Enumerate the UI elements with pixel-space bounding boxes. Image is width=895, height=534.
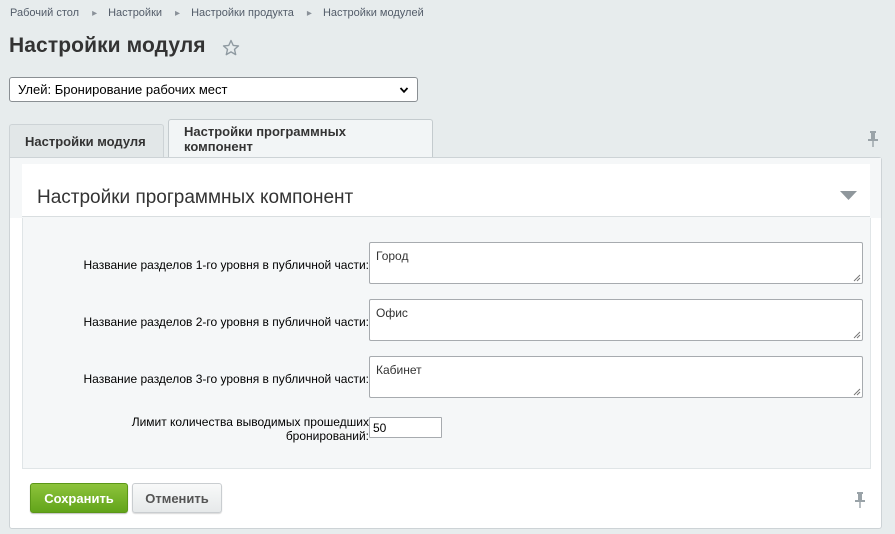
settings-panel: Настройки программных компонент Название… bbox=[9, 157, 882, 529]
pin-icon[interactable] bbox=[866, 130, 880, 148]
page-title: Настройки модуля bbox=[9, 34, 206, 57]
breadcrumb-separator-icon: ▸ bbox=[306, 8, 312, 19]
field-value: Офис bbox=[376, 306, 408, 320]
breadcrumb-item-desktop[interactable]: Рабочий стол bbox=[10, 7, 79, 19]
triangle-down-icon[interactable] bbox=[840, 191, 857, 201]
field-label: Лимит количества выводимых прошедших бро… bbox=[131, 415, 369, 443]
tab-label: Настройки модуля bbox=[25, 134, 146, 149]
pin-icon[interactable] bbox=[853, 491, 867, 509]
level2-name-field[interactable]: Офис bbox=[369, 299, 863, 341]
breadcrumb-item-product-settings[interactable]: Настройки продукта bbox=[191, 7, 294, 19]
module-select-value: Улей: Бронирование рабочих мест bbox=[18, 82, 228, 97]
chevron-down-icon bbox=[399, 86, 409, 93]
breadcrumb-separator-icon: ▸ bbox=[175, 8, 181, 19]
form-buttons: Сохранить Отменить bbox=[30, 483, 222, 513]
field-value: 50 bbox=[373, 421, 387, 435]
level3-name-field[interactable]: Кабинет bbox=[369, 356, 863, 398]
field-value: Кабинет bbox=[376, 363, 422, 377]
cancel-button[interactable]: Отменить bbox=[132, 483, 222, 513]
star-icon[interactable] bbox=[222, 39, 240, 57]
title-row: Настройки модуля bbox=[9, 34, 240, 58]
panel-header: Настройки программных компонент bbox=[10, 158, 881, 218]
resize-handle-icon[interactable] bbox=[853, 331, 861, 339]
breadcrumb: Рабочий стол ▸ Настройки ▸ Настройки продукт… bbox=[10, 7, 424, 19]
breadcrumb-item-settings[interactable]: Настройки bbox=[108, 7, 162, 19]
section-title: Настройки программных компонент bbox=[37, 187, 354, 208]
tab-module-settings[interactable]: Настройки модуля bbox=[9, 124, 164, 158]
field-label: Название разделов 3-го уровня в публично… bbox=[83, 372, 369, 386]
tab-label: Настройки программных компонент bbox=[184, 124, 346, 154]
section-header: Настройки программных компонент bbox=[22, 164, 870, 217]
save-button[interactable]: Сохранить bbox=[30, 483, 128, 513]
breadcrumb-item-module-settings[interactable]: Настройки модулей bbox=[323, 7, 424, 19]
resize-handle-icon[interactable] bbox=[853, 388, 861, 396]
tabs: Настройки модуля Настройки программных к… bbox=[9, 119, 433, 158]
module-select[interactable]: Улей: Бронирование рабочих мест bbox=[9, 77, 418, 102]
tab-component-settings[interactable]: Настройки программных компонент bbox=[168, 119, 433, 158]
field-label: Название разделов 2-го уровня в публично… bbox=[83, 315, 369, 329]
past-bookings-limit-input[interactable]: 50 bbox=[369, 417, 442, 438]
field-value: Город bbox=[376, 249, 409, 263]
field-label: Название разделов 1-го уровня в публично… bbox=[83, 258, 369, 272]
form-area: Название разделов 1-го уровня в публично… bbox=[22, 218, 871, 469]
resize-handle-icon[interactable] bbox=[853, 274, 861, 282]
breadcrumb-separator-icon: ▸ bbox=[92, 8, 98, 19]
level1-name-field[interactable]: Город bbox=[369, 242, 863, 284]
